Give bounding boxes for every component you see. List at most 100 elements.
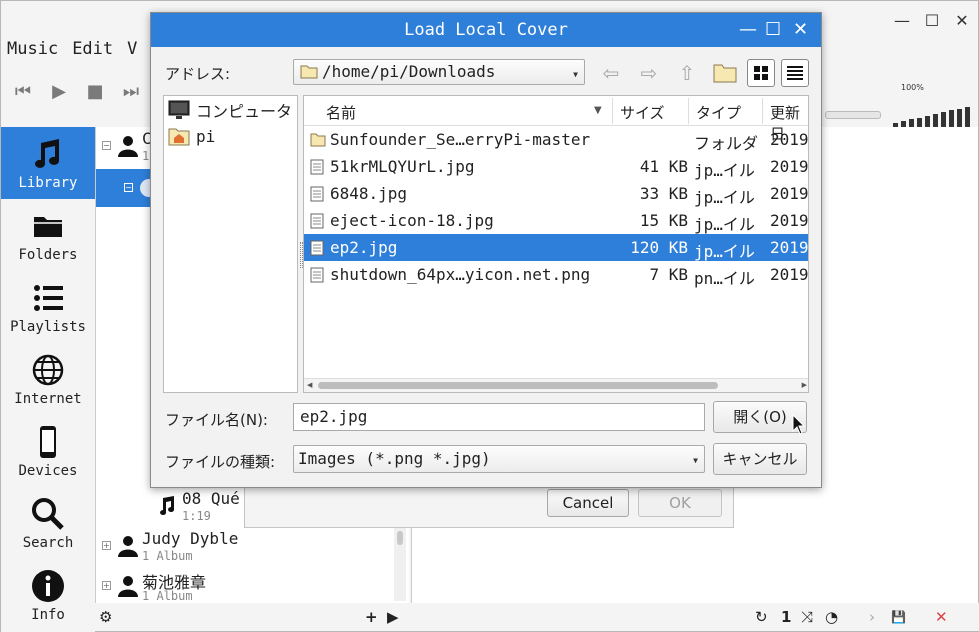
back-icon[interactable]: ⇦ [595, 59, 627, 87]
close-button[interactable]: ✕ [954, 11, 970, 30]
horizontal-scrollbar[interactable]: ◀ ▶ [304, 378, 808, 392]
menu-view[interactable]: V [127, 39, 137, 59]
sidebar-item-devices[interactable]: Devices [1, 415, 95, 487]
close-button[interactable]: ✕ [793, 19, 808, 40]
file-date: 2019 [770, 157, 809, 176]
sidebar-item-label: Devices [18, 463, 78, 479]
volume-bar [925, 115, 930, 127]
file-row[interactable]: eject-icon-18.jpg 15 KB jp…イル 2019 [304, 207, 808, 234]
column-type[interactable]: タイプ [696, 102, 741, 123]
sidebar-item-folders[interactable]: Folders [1, 199, 95, 271]
volume-bar [941, 112, 946, 127]
sidebar-item-internet[interactable]: Internet [1, 343, 95, 415]
volume-bar [957, 108, 962, 127]
ok-button[interactable]: OK [638, 489, 722, 517]
filename-input[interactable]: ep2.jpg [293, 403, 705, 431]
file-type: フォルダ [694, 134, 759, 153]
nav-toolbar: ⇦ ⇨ ⇧ [595, 59, 809, 87]
info-icon [32, 570, 64, 602]
cancel-button[interactable]: Cancel [547, 489, 629, 517]
file-row[interactable]: ep2.jpg 120 KB jp…イル 2019 [304, 234, 808, 261]
scrollbar-thumb[interactable] [397, 531, 403, 545]
previous-icon[interactable]: ⏮ [11, 81, 35, 102]
save-icon[interactable]: 💾 [891, 610, 906, 624]
artist-album-count: 1 Album [142, 549, 193, 563]
file-icon [310, 213, 324, 233]
repeat-one-icon[interactable]: 1 [781, 608, 791, 626]
detail-view-icon[interactable] [781, 59, 809, 87]
tree-row[interactable]: + Judy Dyble 1 Album [96, 527, 392, 567]
new-folder-icon[interactable] [709, 59, 741, 87]
computer-icon [168, 100, 190, 119]
file-row[interactable]: shutdown_64px…yicon.net.png 7 KB pn…イル 2019 [304, 261, 808, 288]
minimize-button[interactable]: — [739, 19, 757, 40]
next-icon[interactable]: › [869, 608, 875, 626]
maximize-button[interactable]: ☐ [765, 19, 781, 40]
home-folder-icon [168, 128, 190, 146]
expand-icon[interactable]: + [102, 581, 111, 590]
sidebar: Library Folders Playlists Internet Devic… [1, 127, 95, 632]
maximize-button[interactable]: ☐ [924, 11, 940, 30]
scroll-left-icon[interactable]: ◀ [307, 381, 312, 389]
expand-icon[interactable]: + [102, 541, 111, 550]
artist-icon [118, 136, 138, 157]
sidebar-item-label: Info [31, 607, 65, 623]
place-computer[interactable]: コンピュータ [168, 98, 292, 122]
up-icon[interactable]: ⇧ [671, 59, 703, 87]
column-name[interactable]: 名前 [326, 102, 356, 123]
chevron-down-icon: ▼ [693, 456, 698, 465]
consume-icon[interactable]: ◔ [825, 608, 838, 626]
artist-album-count: 1 Album [142, 589, 193, 603]
file-name: 6848.jpg [330, 184, 408, 203]
seek-slider[interactable] [825, 111, 881, 119]
volume-control[interactable]: 100% [893, 83, 973, 127]
filetype-combo[interactable]: Images (*.png *.jpg) ▼ [293, 445, 705, 473]
collapse-icon[interactable]: − [124, 183, 133, 192]
artist-name: Judy Dyble [142, 529, 239, 548]
forward-icon[interactable]: ⇨ [633, 59, 665, 87]
sidebar-item-search[interactable]: Search [1, 487, 95, 559]
sort-chevron-icon: ▼ [594, 105, 602, 116]
folder-icon [34, 217, 62, 237]
file-row[interactable]: 51krMLQYUrL.jpg 41 KB jp…イル 2019 [304, 153, 809, 180]
tree-row[interactable]: + 菊池雅章 1 Album [96, 567, 392, 607]
scroll-right-icon[interactable]: ▶ [802, 381, 807, 389]
file-row[interactable]: Sunfounder_Se…erryPi-master フォルダ 2019 [304, 126, 808, 153]
menu-edit[interactable]: Edit [72, 39, 113, 59]
music-note-icon [160, 496, 175, 515]
file-row[interactable]: 6848.jpg 33 KB jp…イル 2019 [304, 180, 808, 207]
clear-icon[interactable]: ✕ [935, 608, 948, 626]
chevron-down-icon: ▼ [573, 70, 578, 79]
column-size[interactable]: サイズ [620, 102, 665, 123]
tree-scrollbar[interactable] [394, 527, 406, 601]
next-icon[interactable]: ⏭ [119, 81, 143, 102]
address-combo[interactable]: /home/pi/Downloads ▼ [293, 59, 585, 85]
sidebar-item-label: Playlists [10, 319, 86, 335]
repeat-icon[interactable]: ↻ [755, 608, 768, 626]
sidebar-item-playlists[interactable]: Playlists [1, 271, 95, 343]
sidebar-item-info[interactable]: Info [1, 559, 95, 631]
stop-icon[interactable]: ■ [83, 81, 107, 102]
icon-view-icon[interactable] [747, 59, 775, 87]
music-note-icon [35, 139, 59, 168]
place-home[interactable]: pi [168, 124, 215, 148]
artist-album-count: 1 [142, 149, 150, 163]
play-icon[interactable]: ▶ [387, 608, 399, 626]
address-label: アドレス: [165, 65, 231, 83]
file-name: ep2.jpg [330, 238, 398, 257]
shuffle-icon[interactable]: ⤨ [801, 608, 813, 626]
play-icon[interactable]: ▶ [47, 81, 71, 102]
cancel-button[interactable]: キャンセル [713, 443, 807, 475]
settings-icon[interactable]: ⚙ [99, 608, 112, 626]
scrollbar-thumb[interactable] [318, 382, 718, 389]
phone-icon [40, 426, 56, 458]
file-list[interactable]: 名前 ▼ サイズ タイプ 更新日 Sunfounder_Se…erryPi-ma… [303, 95, 809, 393]
file-type: jp…イル [694, 242, 755, 261]
window-controls: — ☐ ✕ [894, 11, 970, 30]
menu-music[interactable]: Music [7, 39, 58, 59]
file-type: jp…イル [694, 188, 755, 207]
minimize-button[interactable]: — [894, 11, 910, 30]
collapse-icon[interactable]: − [102, 141, 111, 150]
sidebar-item-library[interactable]: Library [1, 127, 95, 199]
add-icon[interactable]: + [365, 608, 378, 626]
